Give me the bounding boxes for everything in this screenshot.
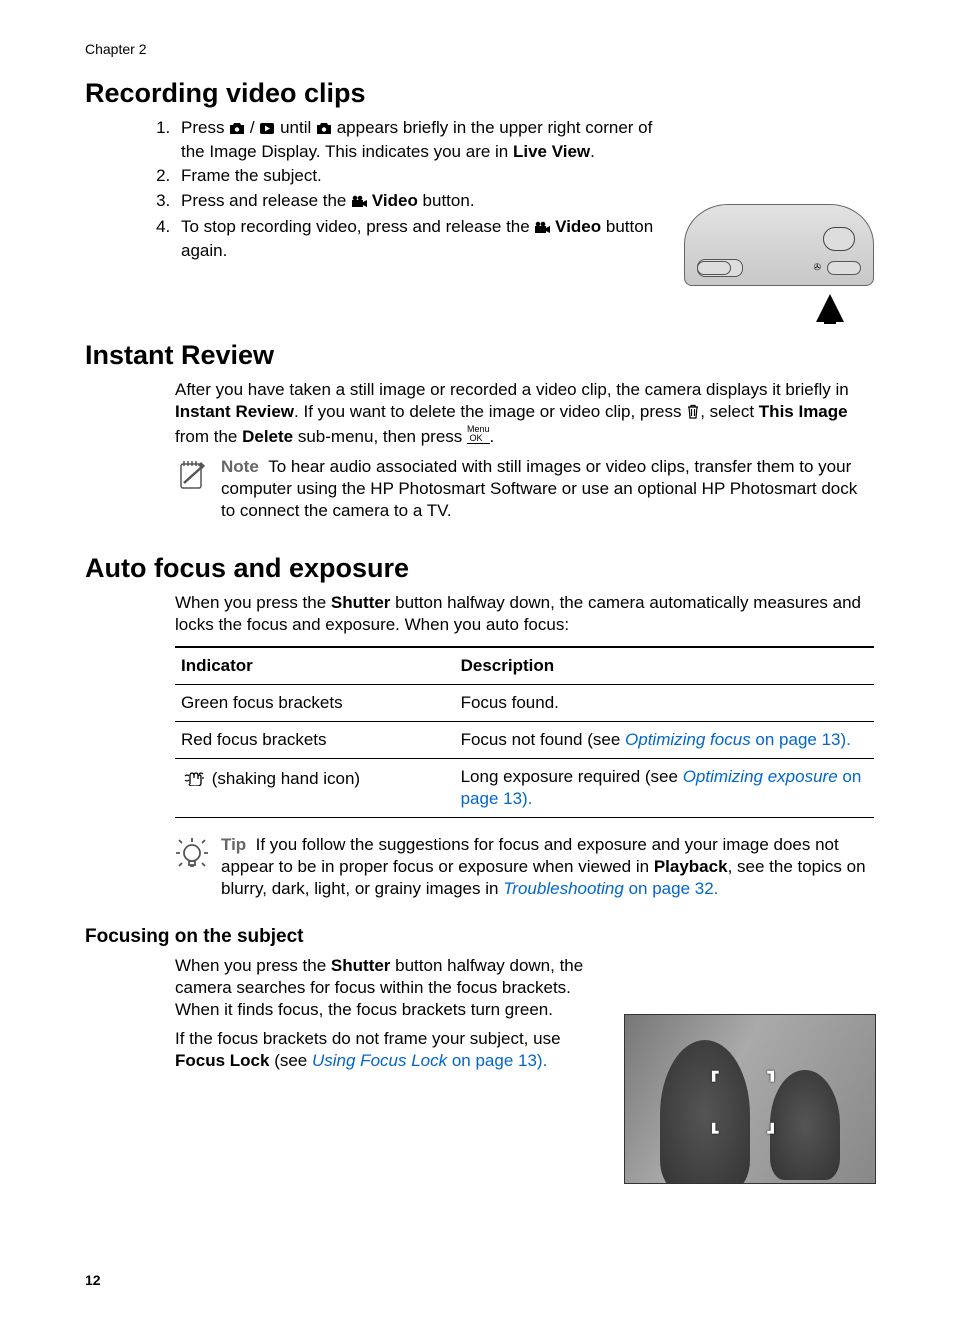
table-row: Red focus brackets Focus not found (see … <box>175 721 874 758</box>
heading-auto-focus: Auto focus and exposure <box>85 551 874 586</box>
step-1: Press / until appears briefly in the upp… <box>175 117 874 163</box>
focus-example-image: ⸢⸤ ⸣⸥ <box>624 1014 874 1182</box>
camera-icon <box>229 119 245 141</box>
trash-icon <box>686 403 700 425</box>
document-page: Chapter 2 Recording video clips ◧/▭ ✇ Pr… <box>0 0 954 1321</box>
instant-review-body: After you have taken a still image or re… <box>175 379 874 448</box>
playback-icon <box>259 119 275 141</box>
link-optimizing-exposure[interactable]: Optimizing exposure <box>683 767 838 786</box>
step-2: Frame the subject. <box>175 165 874 187</box>
shaking-hand-icon <box>181 766 207 793</box>
focus-bracket-right-icon: ⸣⸥ <box>765 1066 776 1139</box>
page-number: 12 <box>85 1271 101 1289</box>
video-icon <box>351 192 367 214</box>
chapter-label: Chapter 2 <box>85 40 874 58</box>
note-block: Note To hear audio associated with still… <box>175 456 874 522</box>
link-troubleshooting[interactable]: Troubleshooting <box>503 879 624 898</box>
heading-recording-video: Recording video clips <box>85 76 874 111</box>
menu-ok-icon: Menu OK <box>467 425 490 444</box>
video-icon: ✇ <box>813 262 821 274</box>
tip-block: Tip If you follow the suggestions for fo… <box>175 834 874 900</box>
th-indicator: Indicator <box>175 647 455 685</box>
note-icon <box>175 456 209 522</box>
table-row: (shaking hand icon) Long exposure requir… <box>175 759 874 818</box>
link-focus-lock[interactable]: Using Focus Lock <box>312 1051 447 1070</box>
heading-instant-review: Instant Review <box>85 338 874 373</box>
camera-diagram: ◧/▭ ✇ <box>684 194 874 322</box>
focus-bracket-left-icon: ⸢⸤ <box>710 1066 721 1139</box>
camera-button-icon <box>827 261 861 275</box>
camera-switch-icon <box>697 261 731 275</box>
table-row: Green focus brackets Focus found. <box>175 684 874 721</box>
th-description: Description <box>455 647 874 685</box>
focusing-para-1: When you press the Shutter button halfwa… <box>175 955 874 1021</box>
auto-focus-intro: When you press the Shutter button halfwa… <box>175 592 874 636</box>
heading-focusing-subject: Focusing on the subject <box>85 925 874 950</box>
link-optimizing-focus[interactable]: Optimizing focus <box>625 730 751 749</box>
camera-icon <box>316 119 332 141</box>
lightbulb-icon <box>175 834 209 900</box>
video-icon <box>534 218 550 240</box>
focus-table: Indicator Description Green focus bracke… <box>175 646 874 818</box>
